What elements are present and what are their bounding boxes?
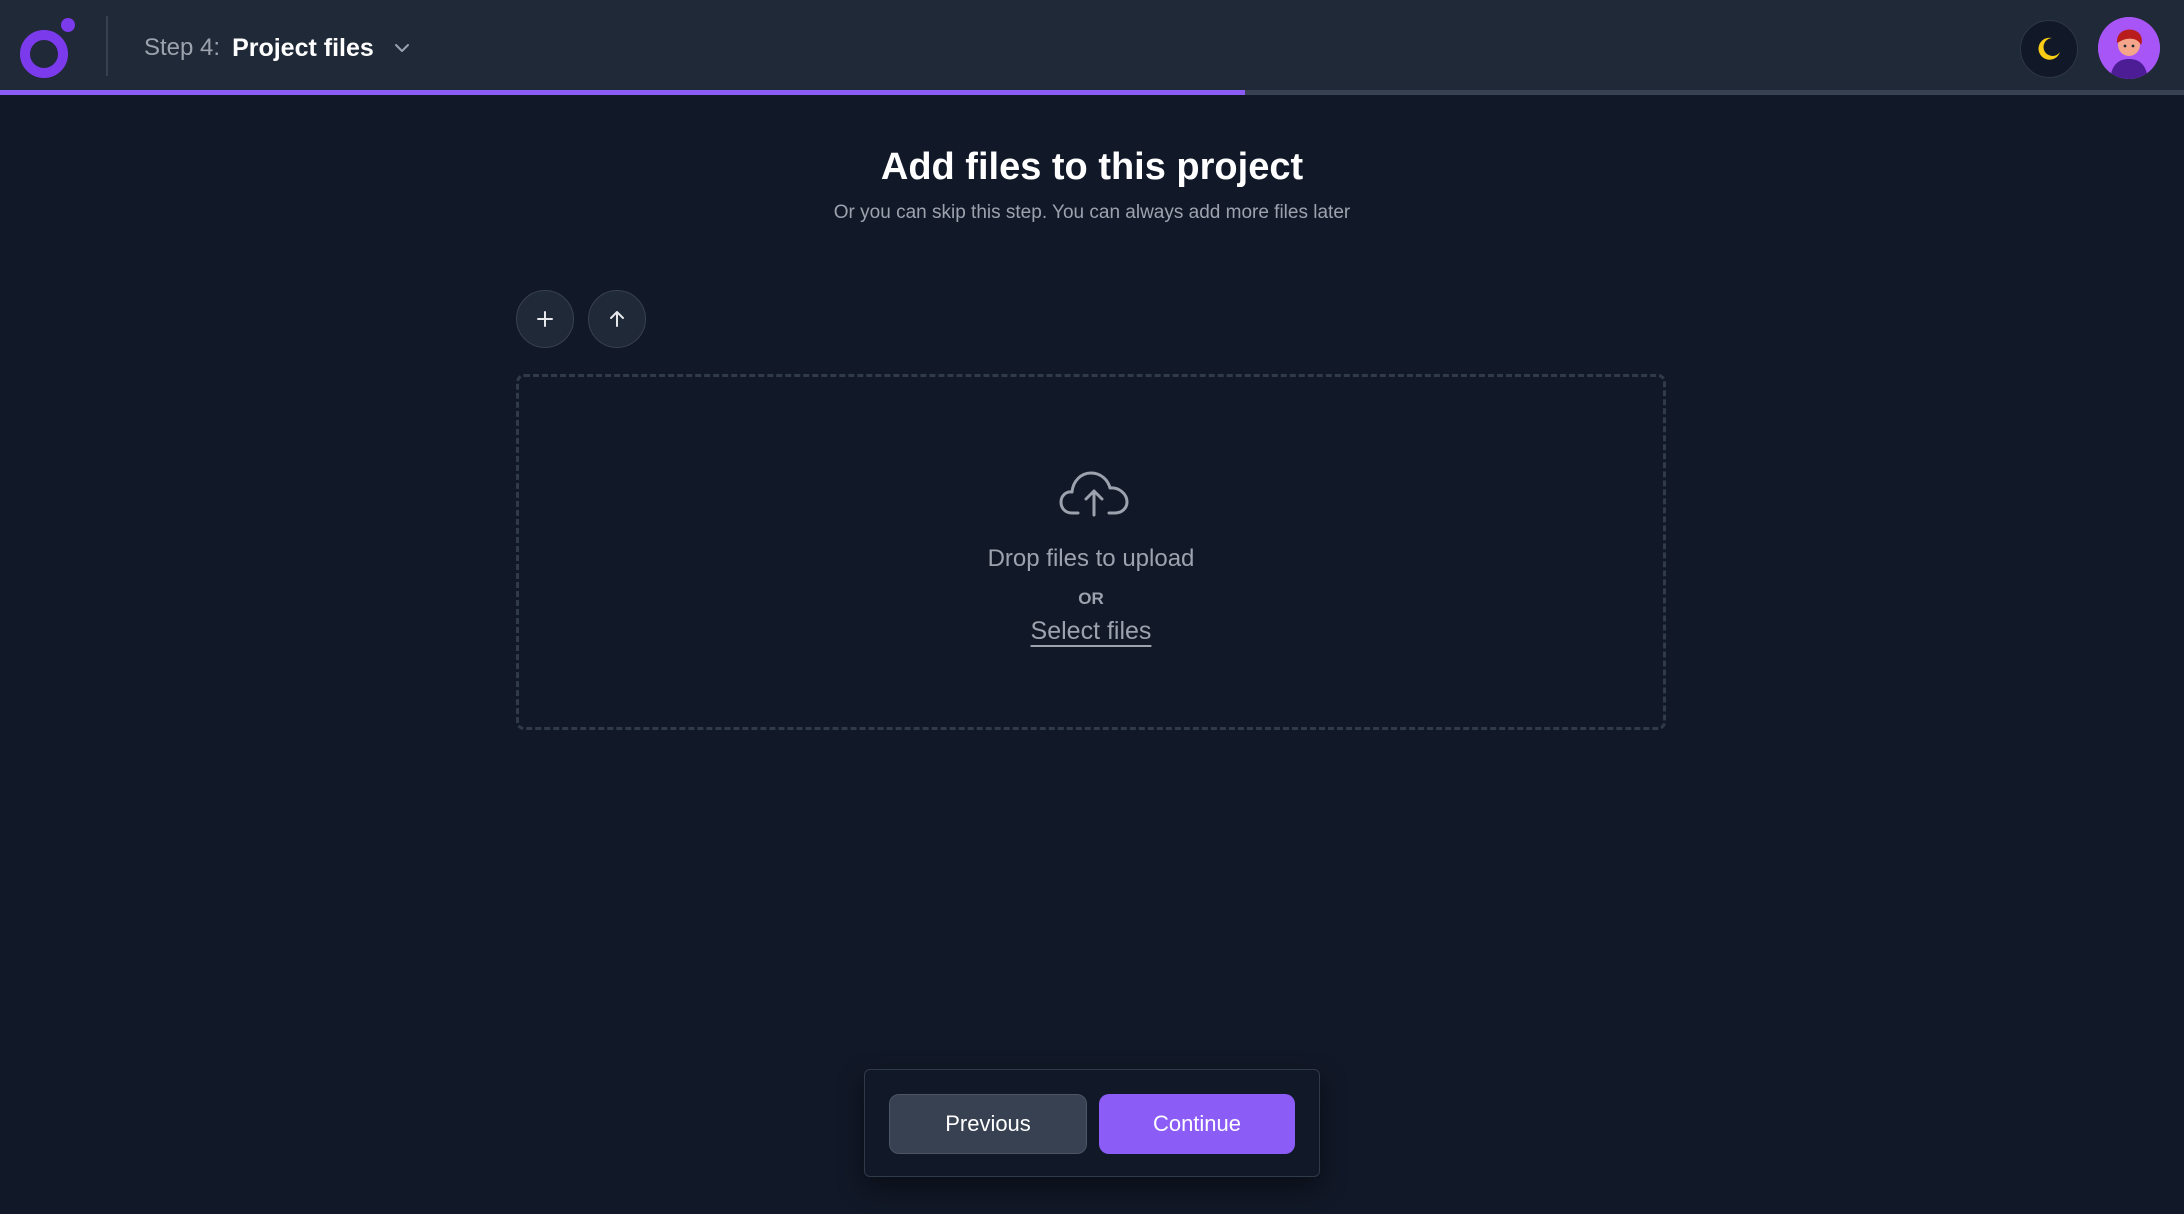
arrow-up-icon bbox=[610, 311, 624, 327]
add-file-button[interactable] bbox=[516, 290, 574, 348]
page-title: Add files to this project bbox=[880, 146, 1304, 188]
step-selector[interactable]: Step 4: Project files bbox=[144, 28, 412, 68]
select-files-link[interactable]: Select files bbox=[1031, 617, 1152, 645]
avatar-illustration-icon bbox=[2098, 17, 2160, 79]
step-name: Project files bbox=[232, 33, 374, 62]
cloud-upload-icon bbox=[1059, 471, 1129, 517]
page-subtitle: Or you can skip this step. You can alway… bbox=[833, 202, 1351, 223]
step-progress-bar bbox=[0, 90, 2184, 95]
footer-navigation: Previous Continue bbox=[864, 1069, 1320, 1177]
or-separator: OR bbox=[1078, 589, 1104, 608]
theme-toggle-button[interactable] bbox=[2020, 20, 2078, 78]
user-avatar[interactable] bbox=[2098, 17, 2160, 79]
drop-files-text: Drop files to upload bbox=[987, 545, 1195, 572]
previous-button[interactable]: Previous bbox=[889, 1094, 1087, 1154]
step-prefix: Step 4: bbox=[144, 34, 221, 61]
upload-button[interactable] bbox=[588, 290, 646, 348]
chevron-down-icon[interactable] bbox=[392, 38, 412, 58]
plus-icon bbox=[537, 311, 553, 327]
select-files-container: Select files bbox=[519, 617, 1663, 646]
step-progress-fill bbox=[0, 90, 1245, 95]
top-bar: Step 4: Project files bbox=[0, 0, 2184, 90]
brand-logo-icon[interactable] bbox=[18, 16, 78, 80]
moon-icon bbox=[2038, 37, 2060, 60]
file-dropzone[interactable]: Drop files to upload OR Select files bbox=[516, 374, 1666, 730]
continue-button[interactable]: Continue bbox=[1099, 1094, 1295, 1154]
header-divider bbox=[106, 16, 108, 76]
